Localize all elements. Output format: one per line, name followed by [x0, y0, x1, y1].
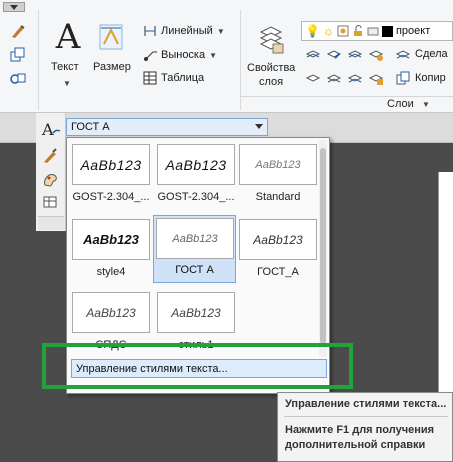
layer-color-swatch — [381, 25, 393, 37]
table-label: Таблица — [161, 72, 205, 84]
layer-properties-icon[interactable] — [258, 22, 284, 54]
linear-dimension-button[interactable]: Линейный ▼ — [143, 24, 225, 38]
unlock-icon — [353, 25, 362, 36]
brush-icon[interactable] — [42, 146, 60, 164]
quick-access-dropdown[interactable] — [3, 2, 25, 12]
style-tile[interactable]: AaBb123 ГОСТ_А — [237, 217, 319, 294]
sun-icon: ☼ — [322, 24, 334, 38]
layers-panel-title: Слои — [387, 98, 414, 110]
style-preview: AaBb123 — [156, 218, 234, 259]
svg-text:A: A — [41, 120, 54, 138]
layer-tool-icon[interactable] — [326, 70, 342, 86]
copy-label: Копир — [415, 72, 446, 84]
style-name: Standard — [255, 191, 301, 203]
style-tile-selected[interactable]: AaBb123 ГОСТ А — [153, 215, 236, 283]
style-tile[interactable]: AaBb123 GOST-2.304_... — [70, 142, 152, 219]
style-name: ГОСТ А — [175, 264, 214, 276]
style-tile[interactable]: AaBb123 Standard — [237, 142, 319, 219]
layer-tool-icon[interactable] — [347, 46, 363, 62]
make-current-button[interactable]: Сдела — [395, 46, 448, 62]
style-name: GOST-2.304_... — [157, 191, 235, 203]
gallery-scrollbar[interactable] — [319, 140, 327, 357]
tooltip-divider — [284, 416, 448, 417]
style-preview: AaBb123 — [72, 219, 150, 260]
tooltip-title: Управление стилями текста... — [285, 398, 447, 410]
style-name: style4 — [96, 266, 126, 278]
highlight-frame — [42, 343, 353, 389]
style-preview: AaBb123 — [157, 144, 235, 185]
style-preview: AaBb123 — [157, 292, 235, 333]
style-preview: AaBb123 — [239, 219, 317, 260]
plot-icon — [367, 27, 379, 36]
text-large-icon[interactable]: A — [48, 20, 88, 54]
palette-icon[interactable] — [42, 171, 60, 189]
text-style-icon[interactable]: A — [41, 120, 61, 138]
brush-icon[interactable] — [9, 22, 27, 40]
chevron-down-icon[interactable]: ▼ — [217, 27, 225, 36]
chevron-down-icon[interactable] — [255, 124, 263, 129]
make-current-icon — [395, 50, 411, 59]
style-name: ГОСТ_А — [257, 266, 299, 278]
copy-objects-icon[interactable] — [9, 46, 27, 64]
chevron-down-icon[interactable]: ▼ — [63, 79, 71, 88]
leader-icon — [144, 51, 157, 61]
layer-tool-icon[interactable] — [305, 46, 321, 62]
text-button-label[interactable]: Текст — [51, 61, 79, 73]
leader-label: Выноска — [161, 49, 206, 61]
tooltip-help: Нажмите F1 для получения дополнительной … — [285, 424, 435, 451]
layer-properties-label-2[interactable]: слоя — [259, 76, 283, 88]
table-style-icon[interactable] — [42, 195, 60, 211]
layer-dropdown[interactable]: 💡 ☼ проект — [301, 21, 453, 41]
layer-tool-icon[interactable] — [368, 70, 384, 86]
style-name: GOST-2.304_... — [72, 191, 150, 203]
linear-dimension-icon — [144, 26, 156, 36]
layer-tools-row-2 — [305, 70, 384, 86]
chevron-down-icon[interactable]: ▼ — [422, 100, 430, 109]
style-preview: AaBb123 — [72, 292, 150, 333]
copy-button[interactable]: Копир — [395, 70, 446, 86]
strip-footer — [38, 216, 64, 230]
leader-button[interactable]: Выноска ▼ — [143, 48, 217, 62]
layer-tool-icon[interactable] — [305, 70, 321, 86]
text-tools-strip: A — [36, 113, 66, 231]
layer-tool-icon[interactable] — [368, 46, 384, 62]
layer-properties-label-1[interactable]: Свойства — [247, 62, 295, 74]
layers-panel-titlebar[interactable]: Слои ▼ — [240, 96, 453, 112]
copy-icon — [396, 71, 410, 85]
layer-name: проект — [395, 25, 431, 37]
text-style-combo-value: ГОСТ А — [71, 121, 110, 133]
linear-dimension-label: Линейный — [161, 25, 213, 37]
lightbulb-icon: 💡 — [305, 24, 320, 38]
tooltip: Управление стилями текста... Нажмите F1 … — [277, 392, 453, 462]
scrollbar-thumb[interactable] — [320, 148, 326, 344]
style-preview: AaBb123 — [239, 144, 317, 185]
layer-tool-icon[interactable] — [326, 46, 342, 62]
chevron-down-icon[interactable]: ▼ — [209, 51, 217, 60]
size-button-label[interactable]: Размер — [93, 61, 131, 73]
ribbon: A Текст ▼ Размер Линейный ▼ Выноска ▼ Та… — [0, 0, 453, 113]
style-tile[interactable]: AaBb123 style4 — [70, 217, 152, 294]
table-icon — [143, 71, 157, 85]
style-tile[interactable]: AaBb123 GOST-2.304_... — [155, 142, 237, 219]
layer-freeze-icon — [337, 25, 349, 37]
layer-tools-row-1 — [305, 46, 384, 62]
text-style-combo[interactable]: ГОСТ А — [66, 118, 268, 136]
make-current-label: Сдела — [415, 48, 448, 60]
dimension-icon[interactable] — [99, 24, 123, 50]
table-button[interactable]: Таблица — [143, 71, 204, 85]
style-preview: AaBb123 — [72, 144, 150, 185]
group-icon[interactable] — [9, 70, 27, 88]
layer-tool-icon[interactable] — [347, 70, 363, 86]
